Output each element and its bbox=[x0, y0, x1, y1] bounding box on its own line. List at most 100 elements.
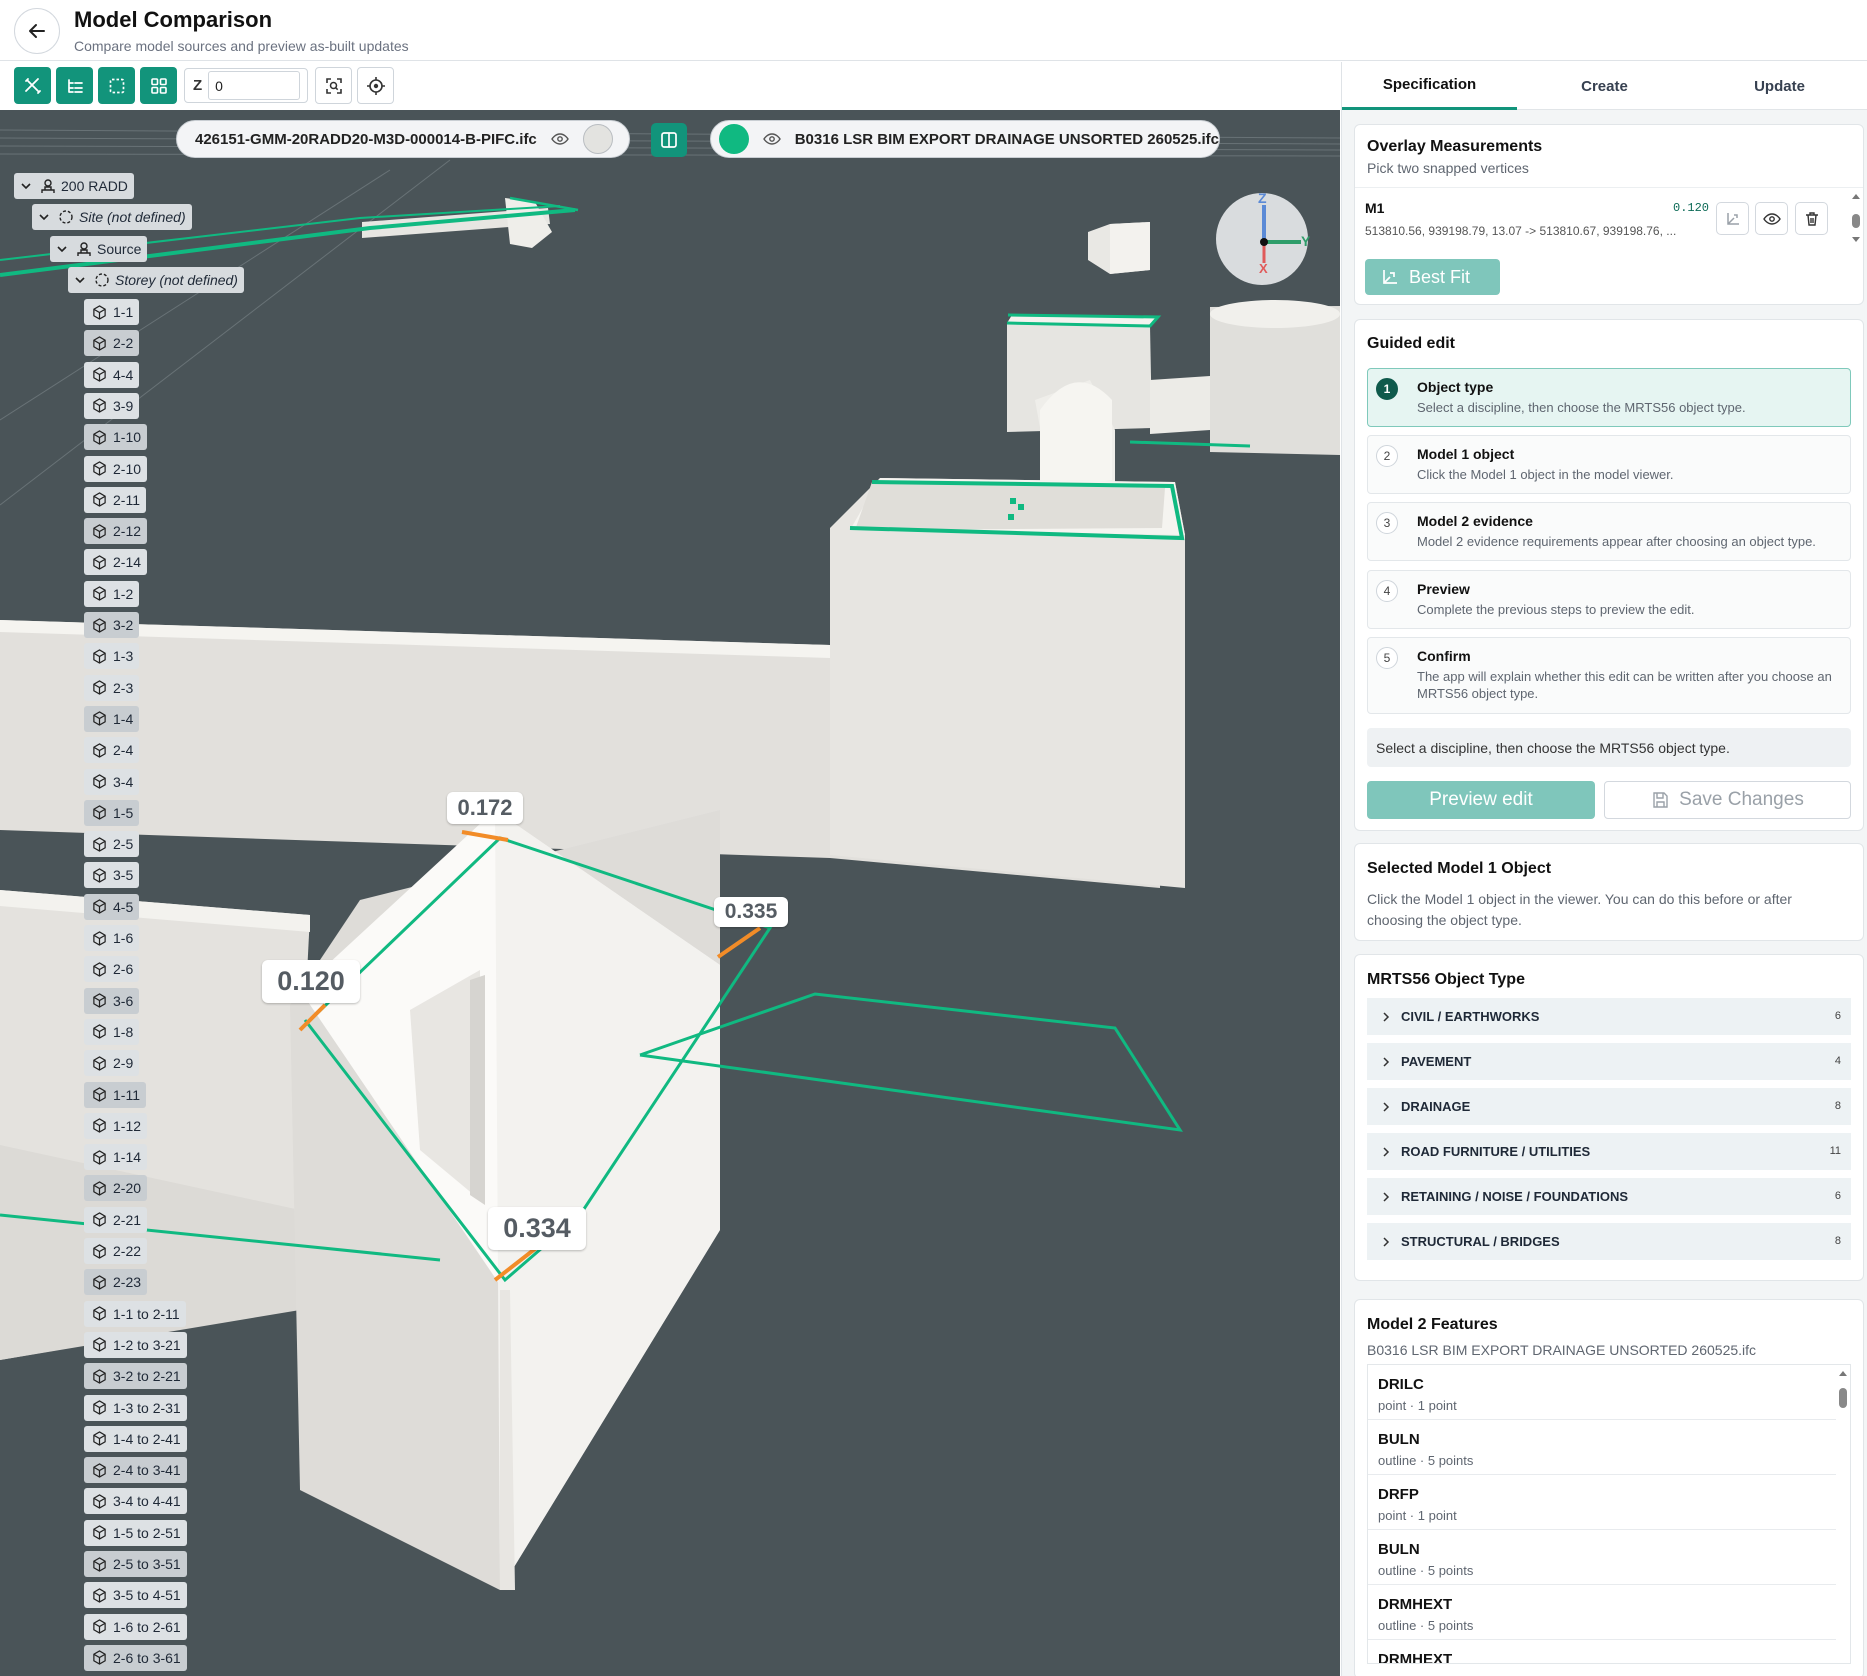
tree-leaf-item[interactable]: 1-1 bbox=[84, 299, 140, 325]
guided-step-5[interactable]: 5 Confirm The app will explain whether thi… bbox=[1367, 637, 1851, 714]
tree-leaf-item[interactable]: 3-5 to 4-51 bbox=[84, 1582, 187, 1609]
model-2-visibility-toggle[interactable] bbox=[762, 132, 781, 146]
tree-leaf-item[interactable]: 3-2 to 2-21 bbox=[84, 1363, 187, 1390]
tree-leaf-item[interactable]: 3-2 bbox=[84, 612, 140, 638]
tree-leaf-item[interactable]: 2-5 to 3-51 bbox=[84, 1551, 187, 1577]
model-1-color-swatch[interactable] bbox=[582, 124, 613, 154]
locate-button[interactable] bbox=[357, 67, 394, 104]
model-1-pill[interactable]: 426151-GMM-20RADD20-M3D-000014-B-PIFC.if… bbox=[176, 120, 630, 158]
features-scrollbar[interactable] bbox=[1838, 1369, 1848, 1409]
tree-leaf-item[interactable]: 2-23 bbox=[84, 1269, 148, 1296]
box-select-button[interactable] bbox=[98, 67, 135, 104]
chevron-down-icon[interactable] bbox=[38, 211, 50, 223]
z-input[interactable] bbox=[208, 71, 301, 100]
tree-storey-node[interactable]: Storey (not defined) bbox=[68, 267, 244, 293]
back-button[interactable] bbox=[14, 8, 60, 54]
fit-measurement-button[interactable] bbox=[1716, 202, 1749, 235]
feature-list-item[interactable]: DRMHEXT outline · 5 points bbox=[1368, 1585, 1836, 1640]
tree-leaf-item[interactable]: 1-5 bbox=[84, 799, 140, 826]
chevron-down-icon[interactable] bbox=[20, 180, 32, 192]
object-category-row[interactable]: STRUCTURAL / BRIDGES 8 bbox=[1367, 1223, 1851, 1261]
tree-leaf-item[interactable]: 1-3 bbox=[84, 643, 140, 670]
view-gizmo[interactable]: Z Y X bbox=[1216, 190, 1310, 285]
model-viewer-canvas[interactable]: 0.172 0.335 0.120 0.334 Z Y X 426151-GMM… bbox=[0, 110, 1340, 1676]
tree-leaf-item[interactable]: 1-2 to 3-21 bbox=[84, 1331, 187, 1358]
split-view-button[interactable] bbox=[651, 123, 687, 157]
feature-list-item[interactable]: DRFP point · 1 point bbox=[1368, 1475, 1836, 1530]
tree-leaf-item[interactable]: 2-20 bbox=[84, 1175, 148, 1202]
feature-list-item[interactable]: BULN outline · 5 points bbox=[1368, 1420, 1836, 1475]
measurement-row-m1[interactable]: M1 0.120 513810.56, 939198.79, 13.07 -> … bbox=[1355, 187, 1863, 245]
tree-leaf-item[interactable]: 1-6 bbox=[84, 925, 140, 951]
tree-leaf-item[interactable]: 3-4 to 4-41 bbox=[84, 1488, 187, 1515]
guided-step-1[interactable]: 1 Object type Select a discipline, then ch… bbox=[1367, 368, 1851, 427]
measurement-label-1[interactable]: 0.172 bbox=[447, 792, 523, 824]
guided-step-3[interactable]: 3 Model 2 evidence Model 2 evidence requir… bbox=[1367, 502, 1851, 561]
object-category-row[interactable]: DRAINAGE 8 bbox=[1367, 1088, 1851, 1126]
delete-measurement-button[interactable] bbox=[1795, 202, 1828, 235]
features-list[interactable]: DRILC point · 1 point BULN outline · 5 poin… bbox=[1367, 1364, 1851, 1664]
tree-leaf-item[interactable]: 1-8 bbox=[84, 1018, 140, 1045]
tab-update[interactable]: Update bbox=[1692, 62, 1867, 110]
measure-tool-button[interactable] bbox=[14, 67, 51, 104]
toggle-measurement-visibility-button[interactable] bbox=[1755, 202, 1788, 235]
tab-specification[interactable]: Specification bbox=[1342, 62, 1517, 110]
measurement-label-3[interactable]: 0.120 bbox=[262, 960, 360, 1003]
tree-leaf-item[interactable]: 1-12 bbox=[84, 1112, 148, 1139]
preview-edit-button[interactable]: Preview edit bbox=[1367, 781, 1595, 819]
tree-leaf-item[interactable]: 2-2 bbox=[84, 330, 140, 357]
chevron-down-icon[interactable] bbox=[74, 274, 86, 286]
object-category-row[interactable]: CIVIL / EARTHWORKS 6 bbox=[1367, 998, 1851, 1036]
tree-leaf-item[interactable]: 3-6 bbox=[84, 987, 140, 1014]
object-category-row[interactable]: PAVEMENT 4 bbox=[1367, 1043, 1851, 1081]
tree-leaf-item[interactable]: 1-4 bbox=[84, 705, 140, 732]
tree-leaf-item[interactable]: 2-6 bbox=[84, 956, 140, 983]
tree-leaf-item[interactable]: 1-2 bbox=[84, 580, 140, 607]
chevron-down-icon[interactable] bbox=[56, 243, 68, 255]
tree-leaf-item[interactable]: 2-21 bbox=[84, 1206, 148, 1233]
tree-leaf-item[interactable]: 1-14 bbox=[84, 1144, 148, 1171]
object-category-row[interactable]: ROAD FURNITURE / UTILITIES 11 bbox=[1367, 1133, 1851, 1171]
grid-view-button[interactable] bbox=[140, 67, 177, 104]
tree-leaf-item[interactable]: 2-11 bbox=[84, 486, 146, 513]
tree-leaf-item[interactable]: 2-14 bbox=[84, 549, 148, 576]
save-changes-button[interactable]: Save Changes bbox=[1604, 781, 1851, 819]
tree-leaf-item[interactable]: 2-4 bbox=[84, 737, 140, 764]
model-1-visibility-toggle[interactable] bbox=[550, 132, 569, 146]
tree-leaf-item[interactable]: 3-4 bbox=[84, 768, 140, 795]
tree-leaf-item[interactable]: 2-9 bbox=[84, 1050, 140, 1077]
guided-step-2[interactable]: 2 Model 1 object Click the Model 1 object … bbox=[1367, 435, 1851, 494]
tree-leaf-item[interactable]: 2-5 bbox=[84, 831, 140, 858]
tree-leaf-item[interactable]: 1-10 bbox=[84, 424, 148, 451]
best-fit-button[interactable]: Best Fit bbox=[1365, 259, 1500, 295]
tree-leaf-item[interactable]: 2-6 to 3-61 bbox=[84, 1644, 187, 1671]
model-2-pill[interactable]: B0316 LSR BIM EXPORT DRAINAGE UNSORTED 2… bbox=[710, 120, 1220, 158]
feature-list-item[interactable]: DRILC point · 1 point bbox=[1368, 1365, 1836, 1420]
tree-leaf-item[interactable]: 1-6 to 2-61 bbox=[84, 1613, 187, 1640]
tree-leaf-item[interactable]: 3-5 bbox=[84, 862, 140, 889]
tree-leaf-item[interactable]: 1-4 to 2-41 bbox=[84, 1425, 187, 1452]
tree-root-node[interactable]: 200 RADD bbox=[14, 173, 134, 199]
tree-leaf-item[interactable]: 4-5 bbox=[84, 893, 140, 920]
tree-leaf-item[interactable]: 1-11 bbox=[84, 1081, 146, 1108]
tree-leaf-item[interactable]: 2-3 bbox=[84, 674, 140, 701]
tree-leaf-item[interactable]: 3-9 bbox=[84, 392, 140, 419]
feature-list-item[interactable]: DRMHEXT bbox=[1368, 1640, 1836, 1663]
tree-source-node[interactable]: Source bbox=[50, 236, 148, 262]
tree-site-node[interactable]: Site (not defined) bbox=[32, 204, 192, 230]
tab-create[interactable]: Create bbox=[1517, 62, 1692, 110]
object-category-row[interactable]: RETAINING / NOISE / FOUNDATIONS 6 bbox=[1367, 1178, 1851, 1216]
tree-leaf-item[interactable]: 2-22 bbox=[84, 1238, 148, 1264]
tree-leaf-item[interactable]: 4-4 bbox=[84, 361, 140, 388]
tree-leaf-item[interactable]: 2-4 to 3-41 bbox=[84, 1457, 187, 1484]
measurement-label-2[interactable]: 0.335 bbox=[714, 897, 788, 927]
tree-leaf-item[interactable]: 2-12 bbox=[84, 518, 148, 545]
tree-leaf-item[interactable]: 1-1 to 2-11 bbox=[84, 1300, 186, 1327]
tree-leaf-item[interactable]: 2-10 bbox=[84, 455, 148, 482]
tree-leaf-item[interactable]: 1-5 to 2-51 bbox=[84, 1519, 187, 1546]
tree-leaf-item[interactable]: 1-3 to 2-31 bbox=[84, 1394, 187, 1421]
zoom-fit-button[interactable] bbox=[315, 67, 352, 104]
feature-list-item[interactable]: BULN outline · 5 points bbox=[1368, 1530, 1836, 1585]
measurement-scrollbar[interactable] bbox=[1851, 192, 1861, 244]
tree-tool-button[interactable] bbox=[56, 67, 93, 104]
